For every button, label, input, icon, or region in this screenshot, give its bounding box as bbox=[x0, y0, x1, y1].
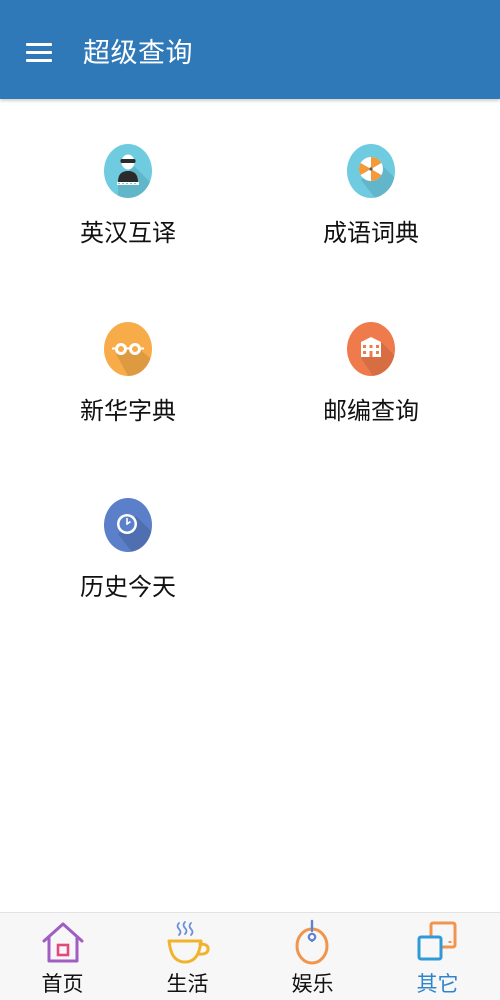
translator-person-icon bbox=[104, 144, 152, 198]
tab-other[interactable]: 其它 bbox=[375, 913, 500, 1000]
home-icon bbox=[42, 922, 84, 963]
beach-umbrella-icon bbox=[347, 144, 395, 198]
grid-item-label: 新华字典 bbox=[80, 397, 176, 425]
post-office-building-icon bbox=[347, 322, 395, 376]
tab-life[interactable]: 生活 bbox=[125, 913, 250, 1000]
menu-bar-line bbox=[26, 43, 52, 46]
grid-item-label: 成语词典 bbox=[323, 219, 419, 247]
glasses-icon bbox=[104, 322, 152, 376]
tab-home[interactable]: 首页 bbox=[0, 913, 125, 1000]
grid-item-idiom-dictionary[interactable]: 成语词典 bbox=[271, 144, 471, 274]
coffee-cup-icon bbox=[167, 921, 210, 964]
grid-item-today-in-history[interactable]: 历史今天 bbox=[28, 498, 228, 628]
page-title: 超级查询 bbox=[83, 38, 193, 69]
tab-entertainment[interactable]: 娱乐 bbox=[250, 913, 375, 1000]
tab-life-label: 生活 bbox=[166, 972, 209, 996]
tab-home-label: 首页 bbox=[41, 972, 84, 996]
grid-item-postcode-lookup[interactable]: 邮编查询 bbox=[271, 322, 471, 452]
hamburger-menu-icon[interactable] bbox=[14, 28, 64, 78]
overlapping-squares-icon bbox=[417, 921, 457, 961]
app-screen: 超级查询 英汉互译 成语词典 新华字典 邮编查询 历史今天 首页 生活 娱乐 其… bbox=[0, 0, 500, 1000]
menu-bar-line bbox=[26, 51, 52, 54]
app-bar: 超级查询 bbox=[0, 0, 500, 99]
tab-other-label: 其它 bbox=[416, 972, 459, 996]
grid-item-label: 邮编查询 bbox=[323, 397, 419, 425]
tab-entertainment-label: 娱乐 bbox=[291, 972, 334, 996]
grid-item-xinhua-dictionary[interactable]: 新华字典 bbox=[28, 322, 228, 452]
menu-bar-line bbox=[26, 59, 52, 62]
grid-item-label: 英汉互译 bbox=[80, 219, 176, 247]
clock-icon bbox=[104, 498, 152, 552]
mouse-icon bbox=[295, 919, 329, 965]
grid-item-translate[interactable]: 英汉互译 bbox=[28, 144, 228, 274]
grid-item-label: 历史今天 bbox=[80, 573, 176, 601]
bottom-navigation: 首页 生活 娱乐 其它 bbox=[0, 912, 500, 1000]
